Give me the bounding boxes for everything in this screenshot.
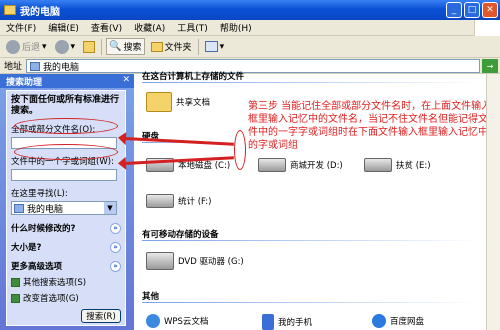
close-button[interactable]: ✕ — [482, 2, 498, 18]
toolbar-separator — [197, 38, 199, 55]
folders-button[interactable]: 文件夹 — [149, 39, 194, 54]
arrow-icon — [11, 293, 20, 303]
my-computer-icon — [4, 5, 16, 15]
menu-bar: 文件(F) 编辑(E) 查看(V) 收藏(A) 工具(T) 帮助(H) — [0, 20, 500, 36]
menu-tools[interactable]: 工具(T) — [177, 21, 208, 34]
up-folder-icon — [83, 40, 96, 53]
baidu-pan-icon — [372, 314, 386, 328]
drive-f-item[interactable]: 统计 (F:) — [146, 194, 211, 208]
toolbar-separator — [101, 38, 103, 55]
shared-docs-item[interactable]: 共享文档 — [146, 92, 210, 112]
window-title: 我的电脑 — [20, 6, 60, 18]
views-button[interactable]: ▾ — [203, 40, 227, 53]
section-stored-files: 在这台计算机上存储的文件 — [142, 72, 245, 82]
minimize-button[interactable]: _ — [446, 2, 462, 18]
chevron-down-icon: ▼ — [104, 202, 116, 214]
hard-drive-icon — [146, 194, 174, 208]
dvd-drive-item[interactable]: DVD 驱动器 (G:) — [146, 252, 244, 270]
my-computer-icon — [30, 61, 40, 71]
hard-drive-icon — [258, 158, 286, 172]
maximize-button[interactable]: □ — [464, 2, 480, 18]
chevron-down-icon: » — [110, 222, 121, 234]
section-divider — [142, 302, 482, 303]
vertical-scrollbar[interactable] — [486, 74, 500, 330]
search-icon: 🔍 — [109, 41, 122, 52]
address-label: 地址 — [4, 62, 23, 72]
menu-favorites[interactable]: 收藏(A) — [134, 21, 165, 34]
size-toggle[interactable]: 大小是? » — [11, 241, 121, 253]
my-phone-item[interactable]: 我的手机 — [262, 314, 312, 330]
section-divider — [142, 82, 482, 83]
hard-drive-icon — [364, 158, 392, 172]
section-other: 其他 — [142, 292, 160, 302]
folder-icon — [146, 92, 172, 112]
address-bar: 地址 我的电脑 → — [0, 58, 500, 74]
back-button[interactable]: 后退 ▾ — [4, 39, 49, 55]
advanced-toggle[interactable]: 更多高级选项 » — [11, 260, 121, 272]
filename-highlight — [14, 118, 118, 134]
annotation-text: 第三步 当能记住全部或部分文件名时，在上面文件输入框里输入记忆中的文件名，当记不… — [248, 101, 492, 151]
search-submit-button[interactable]: 搜索(R) — [81, 309, 121, 323]
drive-d-item[interactable]: 商城开发 (D:) — [258, 158, 343, 172]
word-input[interactable] — [11, 169, 117, 181]
folders-icon — [150, 41, 163, 52]
look-in-label: 在这里寻找(L): — [11, 189, 68, 199]
annotation-bracket — [234, 130, 246, 170]
drive-e-item[interactable]: 扶贫 (E:) — [364, 158, 431, 172]
chevron-down-icon: » — [110, 260, 121, 272]
change-preferences-option[interactable]: 改变首选项(G) — [11, 292, 121, 304]
forward-button[interactable]: ▾ — [53, 39, 78, 55]
search-pane: 搜索助理 ✕ 按下面任何或所有标准进行搜索。 全部或部分文件名(O): 文件中的… — [0, 74, 134, 330]
section-divider — [142, 240, 482, 241]
wps-cloud-item[interactable]: WPS云文档 — [146, 314, 208, 328]
menu-help[interactable]: 帮助(H) — [220, 21, 252, 34]
look-in-select[interactable]: 我的电脑 ▼ — [11, 201, 117, 215]
word-highlight — [14, 144, 118, 160]
phone-icon — [262, 314, 274, 330]
my-computer-icon — [14, 203, 24, 213]
when-modified-toggle[interactable]: 什么时候修改的? » — [11, 222, 121, 234]
forward-arrow-icon — [54, 39, 69, 54]
baidu-pan-item[interactable]: 百度网盘 — [372, 314, 424, 328]
close-icon[interactable]: ✕ — [122, 75, 130, 85]
views-icon — [204, 41, 218, 52]
search-heading: 按下面任何或所有标准进行搜索。 — [11, 95, 120, 116]
section-removable: 有可移动存储的设备 — [142, 230, 219, 240]
menu-file[interactable]: 文件(F) — [6, 21, 36, 34]
menu-edit[interactable]: 编辑(E) — [48, 21, 79, 34]
wps-cloud-icon — [146, 314, 160, 328]
dvd-drive-icon — [146, 252, 174, 270]
windows-logo-icon — [474, 20, 500, 36]
annotation-arrow-top — [123, 137, 234, 146]
search-pane-header: 搜索助理 ✕ — [0, 74, 134, 88]
arrow-icon — [11, 277, 20, 287]
search-button[interactable]: 🔍 搜索 — [106, 38, 145, 55]
up-button[interactable] — [81, 40, 97, 54]
address-value: 我的电脑 — [43, 62, 80, 73]
other-search-option[interactable]: 其他搜索选项(S) — [11, 276, 121, 288]
title-bar: 我的电脑 _ □ ✕ — [0, 0, 500, 20]
go-button[interactable]: → — [482, 59, 498, 73]
chevron-down-icon: » — [110, 241, 121, 253]
toolbar: 后退 ▾ ▾ 🔍 搜索 文件夹 ▾ — [0, 36, 500, 58]
back-arrow-icon — [6, 39, 20, 54]
menu-view[interactable]: 查看(V) — [91, 21, 122, 34]
address-input[interactable]: 我的电脑 — [26, 59, 480, 73]
